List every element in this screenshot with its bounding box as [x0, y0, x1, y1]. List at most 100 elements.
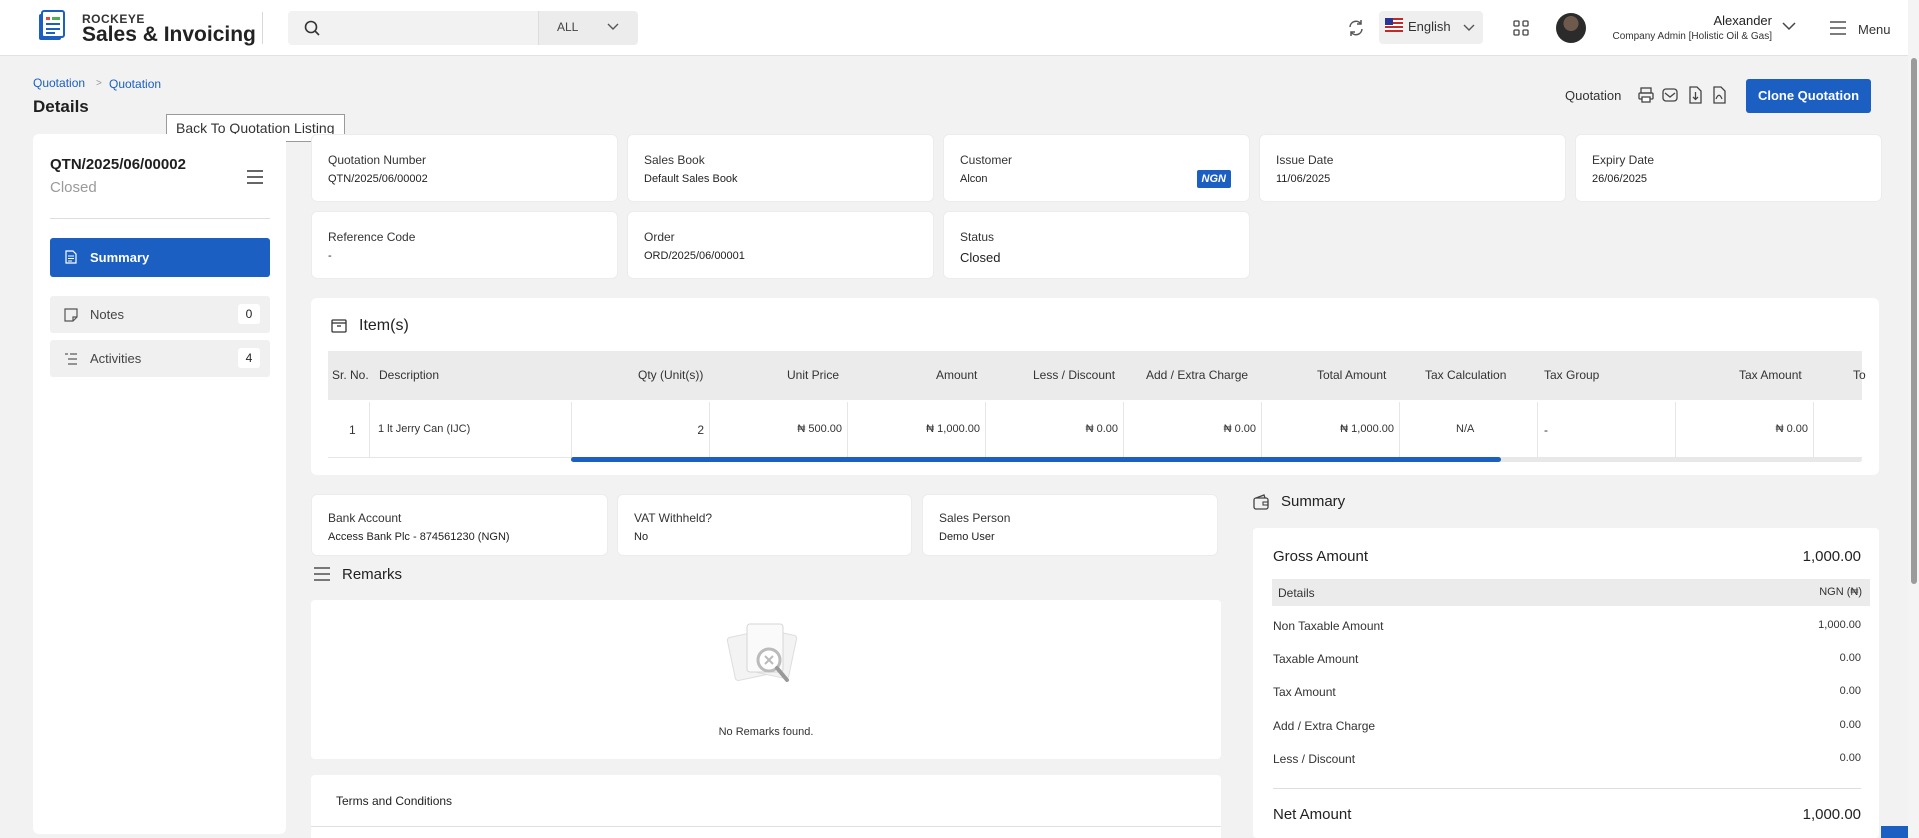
summary-row-label: Tax Amount: [1273, 685, 1336, 699]
header-divider: [262, 12, 263, 44]
cell-divider: [1399, 402, 1400, 458]
wallet-icon: [1253, 494, 1269, 510]
download-icon[interactable]: [1686, 86, 1704, 104]
column-header: Unit Price: [787, 368, 840, 382]
order-link[interactable]: ORD/2025/06/00001: [644, 250, 745, 262]
field-label: Sales Book: [644, 153, 705, 167]
clone-quotation-button[interactable]: Clone Quotation: [1746, 79, 1871, 113]
cell-divider: [369, 402, 370, 458]
cell-tax-amount: ₦ 0.00: [1775, 423, 1808, 435]
net-amount-value: 1,000.00: [1802, 806, 1861, 823]
summary-row-label: Non Taxable Amount: [1273, 619, 1384, 633]
status-card: Status Closed: [943, 211, 1250, 279]
search-icon: [304, 20, 320, 36]
column-header: Description: [379, 368, 440, 382]
activities-count-badge: 4: [238, 348, 260, 368]
nav-label: Activities: [90, 351, 142, 366]
cell-divider: [571, 402, 572, 458]
cell-tax-group: -: [1544, 423, 1548, 437]
nav-item-notes[interactable]: Notes 0: [50, 296, 270, 333]
apps-grid-icon[interactable]: [1513, 20, 1529, 36]
search-scope-value: ALL: [557, 20, 579, 34]
breadcrumb-quotation-current[interactable]: Quotation: [109, 77, 161, 91]
search-input[interactable]: [288, 11, 538, 45]
cell-unit-price: ₦ 500.00: [797, 423, 842, 435]
divider: [1273, 788, 1861, 789]
field-label: Sales Person: [939, 511, 1011, 525]
cell-total-amount: ₦ 1,000.00: [1340, 423, 1394, 435]
field-label: Customer: [960, 153, 1013, 167]
us-flag-icon: [1385, 18, 1403, 32]
scrollbar-thumb[interactable]: [571, 457, 1501, 462]
summary-row-label: Add / Extra Charge: [1273, 719, 1376, 733]
print-icon[interactable]: [1637, 86, 1655, 104]
bank-account-card: Bank Account Access Bank Plc - 874561230…: [311, 494, 608, 556]
divider: [311, 826, 1221, 827]
sales-book-card: Sales Book Default Sales Book: [627, 134, 934, 202]
item-description-link[interactable]: 1 lt Jerry Can (IJC): [378, 423, 470, 435]
field-label: Expiry Date: [1592, 153, 1655, 167]
cell-discount: ₦ 0.00: [1085, 423, 1118, 435]
column-header: Qty (Unit(s)): [638, 368, 704, 382]
brand-name: Sales & Invoicing: [82, 23, 256, 46]
breadcrumb-quotation[interactable]: Quotation: [33, 76, 85, 90]
status-value: Closed: [960, 250, 1001, 265]
nav-label: Summary: [90, 250, 150, 265]
bank-account-link[interactable]: Access Bank Plc - 874561230 (NGN): [328, 531, 510, 543]
table-row: 1 1 lt Jerry Can (IJC) 2 ₦ 500.00 ₦ 1,00…: [328, 402, 1862, 458]
remarks-title: Remarks: [342, 566, 403, 583]
activity-list-icon: [65, 353, 77, 365]
terms-title[interactable]: Terms and Conditions: [336, 794, 452, 808]
customer-link[interactable]: Alcon: [960, 173, 988, 185]
field-value: Default Sales Book: [644, 173, 738, 185]
toolbar-label: Quotation: [1565, 88, 1622, 103]
scrollbar-thumb[interactable]: [1911, 58, 1917, 584]
column-header: Tax Amount: [1739, 368, 1802, 382]
email-icon[interactable]: [1661, 86, 1679, 104]
field-value: QTN/2025/06/00002: [328, 173, 428, 185]
cell-divider: [985, 402, 986, 458]
column-header: Amount: [936, 368, 978, 382]
pdf-icon[interactable]: [1710, 86, 1728, 104]
document-icon: [65, 250, 77, 264]
divider: [50, 218, 270, 219]
column-header: Tax Group: [1544, 368, 1600, 382]
nav-item-summary[interactable]: Summary: [50, 238, 270, 277]
app-logo-icon: [39, 10, 65, 40]
currency-badge: NGN: [1196, 170, 1231, 188]
no-remarks-text: No Remarks found.: [718, 726, 814, 738]
cell-divider: [1123, 402, 1124, 458]
field-value: 26/06/2025: [1592, 173, 1648, 185]
column-header: Tax Calculation: [1425, 368, 1507, 382]
user-name[interactable]: Alexander: [1630, 13, 1772, 28]
quotation-number-card: Quotation Number QTN/2025/06/00002: [311, 134, 618, 202]
refresh-icon[interactable]: [1346, 18, 1366, 38]
empty-state-illustration: [726, 623, 798, 682]
user-menu-chevron-icon[interactable]: [1782, 22, 1796, 31]
menu-icon[interactable]: [1830, 21, 1846, 35]
column-header: Total Amount: [1317, 368, 1387, 382]
net-amount-row: Net Amount 1,000.00: [1273, 806, 1861, 823]
cell-sr-no: 1: [349, 423, 356, 437]
scroll-to-top-button[interactable]: [1881, 826, 1908, 838]
summary-row-value: 0.00: [1839, 752, 1861, 764]
cell-extra-charge: ₦ 0.00: [1223, 423, 1256, 435]
sales-person-link[interactable]: Demo User: [939, 531, 995, 543]
menu-button[interactable]: Menu: [1858, 22, 1891, 37]
summary-row: Non Taxable Amount 1,000.00: [1273, 619, 1861, 633]
column-header: Less / Discount: [1033, 368, 1116, 382]
column-header: Sr. No.: [332, 368, 369, 382]
gross-amount-value: 1,000.00: [1802, 548, 1861, 565]
details-label: Details: [1278, 586, 1315, 600]
search-scope-select[interactable]: ALL: [538, 11, 638, 45]
panel-menu-icon[interactable]: [247, 170, 263, 184]
chevron-down-icon: [607, 23, 619, 30]
order-card: Order ORD/2025/06/00001: [627, 211, 934, 279]
net-amount-label: Net Amount: [1273, 806, 1352, 823]
cell-divider: [1813, 402, 1814, 458]
nav-item-activities[interactable]: Activities 4: [50, 340, 270, 377]
field-label: Bank Account: [328, 511, 402, 525]
field-value: 11/06/2025: [1276, 173, 1331, 185]
summary-row: Less / Discount 0.00: [1273, 752, 1861, 766]
cell-divider: [1261, 402, 1262, 458]
